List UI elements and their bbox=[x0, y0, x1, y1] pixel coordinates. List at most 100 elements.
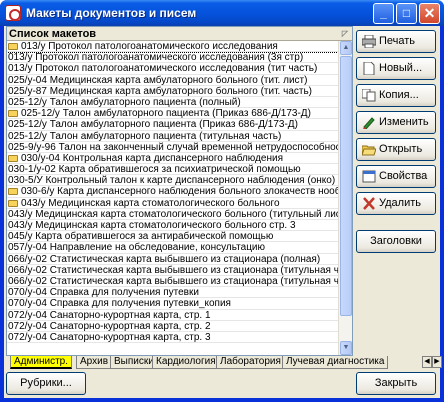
list-item[interactable]: 025-9/у-96 Талон на законченный случай в… bbox=[7, 142, 338, 153]
list-item-label: 066/у-02 Статистическая карта выбывшего … bbox=[8, 253, 321, 265]
sort-icon: ◸ bbox=[341, 29, 348, 38]
scroll-down-arrow-icon[interactable]: ▼ bbox=[340, 341, 352, 355]
list-item[interactable]: 072/у-04 Санаторно-курортная карта, стр.… bbox=[7, 321, 338, 332]
folder-icon bbox=[8, 110, 18, 118]
delete-button[interactable]: Удалить bbox=[356, 192, 436, 215]
list-item[interactable]: 025-12/у Талон амбулаторного пациента (П… bbox=[7, 119, 338, 131]
tab-laboratory[interactable]: Лаборатория bbox=[216, 356, 285, 369]
list-item-label: 030-6/у Карта диспансерного наблюдения б… bbox=[21, 186, 338, 198]
list-item[interactable]: 030-1/у-02 Карта обратившегося за психиа… bbox=[7, 164, 338, 176]
title-bar[interactable]: Макеты документов и писем _ □ ✕ bbox=[0, 0, 444, 26]
list-item-label: 043/у Медицинская карта стоматологическо… bbox=[21, 197, 280, 209]
list-item[interactable]: 066/у-02 Статистическая карта выбывшего … bbox=[7, 265, 338, 276]
list-item-label: 025-12/у Талон амбулаторного пациента (п… bbox=[8, 96, 241, 108]
properties-button[interactable]: Свойства bbox=[356, 165, 436, 188]
tab-scroll-right-icon[interactable]: ▶ bbox=[432, 356, 442, 368]
list-item-label: 013/у Протокол патологоанатомического ис… bbox=[21, 41, 278, 52]
folder-icon bbox=[8, 188, 18, 196]
copy-label: Копия... bbox=[379, 89, 419, 101]
minimize-button[interactable]: _ bbox=[373, 3, 394, 24]
list-item[interactable]: 070/у-04 Справка для получения путевки bbox=[7, 287, 338, 299]
open-folder-icon bbox=[362, 145, 376, 156]
list-item[interactable]: 025/у-87 Медицинская карта амбулаторного… bbox=[7, 86, 338, 97]
edit-button[interactable]: Изменить bbox=[356, 111, 436, 134]
list-item[interactable]: 043/у Медицинская карта стоматологическо… bbox=[7, 209, 338, 220]
list-item-label: 072/у-04 Санаторно-курортная карта, стр.… bbox=[8, 320, 211, 332]
scroll-up-arrow-icon[interactable]: ▲ bbox=[340, 41, 352, 55]
pencil-icon bbox=[363, 117, 375, 129]
print-label: Печать bbox=[379, 35, 416, 47]
tab-scroll-left-icon[interactable]: ◀ bbox=[422, 356, 432, 368]
list-item[interactable]: 066/у-02 Статистическая карта выбывшего … bbox=[7, 254, 338, 265]
new-label: Новый... bbox=[379, 62, 423, 74]
tab-cardiology[interactable]: Кардиология bbox=[152, 356, 220, 369]
list-item[interactable]: 030/у-04 Контрольная карта диспансерного… bbox=[7, 152, 338, 165]
close-window-button[interactable]: ✕ bbox=[419, 3, 440, 24]
list-item-label: 025/у-87 Медицинская карта амбулаторного… bbox=[8, 85, 313, 97]
list-item[interactable]: 045/у Карта обратившегося за антирабичес… bbox=[7, 231, 338, 243]
edit-label: Изменить bbox=[379, 116, 429, 128]
main-window: Макеты документов и писем _ □ ✕ Список м… bbox=[0, 0, 444, 402]
headers-button[interactable]: Заголовки bbox=[356, 230, 436, 253]
list-header[interactable]: Список макетов ◸ bbox=[7, 27, 352, 41]
vertical-scrollbar[interactable]: ▲ ▼ bbox=[338, 41, 352, 355]
list-item-label: 025-12/у Талон амбулаторного пациента (П… bbox=[21, 108, 311, 120]
copy-icon bbox=[362, 89, 376, 102]
list-item-label: 025-9/у-96 Талон на законченный случай в… bbox=[8, 141, 338, 153]
tab-extracts[interactable]: Выписки bbox=[110, 356, 158, 369]
close-button[interactable]: Закрыть bbox=[356, 372, 436, 395]
list-item[interactable]: 043/у Медицинская карта стоматологическо… bbox=[7, 220, 338, 232]
list-item[interactable]: 072/у-04 Санаторно-курортная карта, стр.… bbox=[7, 331, 338, 344]
maximize-button[interactable]: □ bbox=[396, 3, 417, 24]
list-item-label: 070/у-04 Справка для получения путевки_к… bbox=[8, 298, 231, 310]
new-button[interactable]: Новый... bbox=[356, 57, 436, 80]
list-item[interactable]: 025-12/у Талон амбулаторного пациента (т… bbox=[7, 131, 338, 142]
list-item[interactable]: 043/у Медицинская карта стоматологическо… bbox=[7, 198, 338, 209]
printer-icon bbox=[362, 35, 376, 48]
list-item[interactable]: 070/у-04 Справка для получения путевки_к… bbox=[7, 298, 338, 310]
open-label: Открыть bbox=[379, 143, 423, 155]
tab-archive[interactable]: Архив bbox=[76, 356, 113, 369]
list-item-label: 070/у-04 Справка для получения путевки bbox=[8, 287, 199, 299]
list-item-label: 030-1/у-02 Карта обратившегося за психиа… bbox=[8, 164, 301, 176]
delete-label: Удалить bbox=[379, 197, 421, 209]
list-item[interactable]: 013/у Протокол патологоанатомического ис… bbox=[7, 63, 338, 75]
headers-label: Заголовки bbox=[370, 235, 422, 247]
list-item-label: 030/у-04 Контрольная карта диспансерного… bbox=[21, 152, 284, 164]
list-item[interactable]: 013/у Протокол патологоанатомического ис… bbox=[7, 52, 338, 64]
scroll-thumb[interactable] bbox=[340, 56, 352, 316]
list-item[interactable]: 025-12/у Талон амбулаторного пациента (п… bbox=[7, 96, 338, 109]
rubrics-button[interactable]: Рубрики... bbox=[6, 372, 86, 395]
tab-radiology[interactable]: Лучевая диагностика bbox=[282, 356, 389, 369]
new-document-icon bbox=[363, 62, 375, 75]
list-item[interactable]: 072/у-04 Санаторно-курортная карта, стр.… bbox=[7, 310, 338, 321]
copy-button[interactable]: Копия... bbox=[356, 84, 436, 107]
window-title: Макеты документов и писем bbox=[26, 6, 197, 20]
list-item[interactable]: 013/у Протокол патологоанатомического ис… bbox=[7, 41, 338, 54]
list-item[interactable]: 030-6/у Карта диспансерного наблюдения б… bbox=[7, 186, 338, 198]
list-item-label: 072/у-04 Санаторно-курортная карта, стр.… bbox=[8, 331, 211, 343]
print-button[interactable]: Печать bbox=[356, 30, 436, 53]
list-item-label: 043/у Медицинская карта стоматологическо… bbox=[8, 220, 296, 231]
list-item-label: 045/у Карта обратившегося за антирабичес… bbox=[8, 231, 274, 243]
list-item[interactable]: 025/у-04 Медицинская карта амбулаторного… bbox=[7, 75, 338, 86]
tab-admin[interactable]: Администр. bbox=[10, 356, 72, 369]
properties-icon bbox=[362, 170, 376, 183]
list-item-label: 066/у-02 Статистическая карта выбывшего … bbox=[8, 264, 338, 276]
list-item[interactable]: 066/у-02 Статистическая карта выбывшего … bbox=[7, 276, 338, 288]
delete-icon bbox=[363, 197, 375, 210]
list-item-label: 013/у Протокол патологоанатомического ис… bbox=[8, 63, 318, 75]
dialog-body: Список макетов ◸ 013/у Протокол патолого… bbox=[4, 26, 442, 398]
folder-icon bbox=[8, 199, 18, 207]
list-item[interactable]: 025-12/у Талон амбулаторного пациента (П… bbox=[7, 108, 338, 120]
template-list[interactable]: Список макетов ◸ 013/у Протокол патолого… bbox=[6, 26, 353, 356]
list-item[interactable]: 030-5/У Контрольный талон к карте диспан… bbox=[7, 175, 338, 187]
list-header-label: Список макетов bbox=[9, 28, 97, 40]
folder-icon bbox=[8, 154, 18, 162]
list-item[interactable]: 057/у-04 Направление на обследование, ко… bbox=[7, 242, 338, 254]
list-item-label: 025-12/у Талон амбулаторного пациента (т… bbox=[8, 130, 282, 142]
category-tabs: Администр. Архив Выписки Кардиология Лаб… bbox=[6, 356, 389, 370]
list-item-label: 030-5/У Контрольный талон к карте диспан… bbox=[8, 175, 336, 187]
list-item-label: 025-12/у Талон амбулаторного пациента (П… bbox=[8, 119, 298, 131]
open-button[interactable]: Открыть bbox=[356, 138, 436, 161]
